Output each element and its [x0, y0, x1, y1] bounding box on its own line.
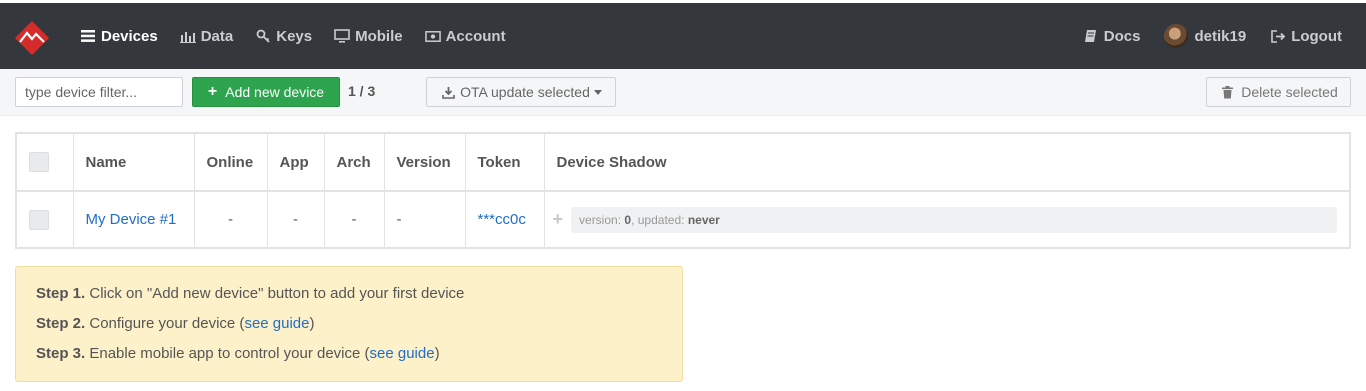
top-navbar: Devices Data Keys Mobile Account Docs de… [0, 0, 1366, 69]
row-select-cell [17, 191, 74, 247]
table-row: My Device #1 - - - - ***cc0c + version: … [17, 191, 1349, 247]
nav-item-docs[interactable]: Docs [1083, 27, 1141, 45]
nav-label-keys: Keys [276, 27, 313, 45]
chevron-down-icon [593, 89, 602, 95]
nav-label-logout: Logout [1291, 27, 1342, 45]
device-token-link[interactable]: ***cc0c [478, 211, 526, 228]
step-1-label: Step 1. [36, 285, 86, 302]
step-3-text: Enable mobile app to control your device… [85, 345, 370, 362]
step-2-tail: ) [309, 315, 315, 332]
step-2-text: Configure your device ( [85, 315, 245, 332]
expand-shadow-icon[interactable]: + [553, 209, 564, 230]
nav-item-keys[interactable]: Keys [255, 28, 312, 45]
ota-update-label: OTA update selected [460, 84, 590, 100]
delete-selected-button[interactable]: Delete selected [1206, 77, 1351, 107]
nav-label-data: Data [200, 27, 234, 45]
device-online-cell: - [194, 191, 268, 247]
header-device-shadow[interactable]: Device Shadow [544, 134, 1349, 192]
device-name-cell: My Device #1 [73, 191, 195, 247]
ota-update-dropdown[interactable]: OTA update selected [426, 77, 616, 107]
user-nav: Docs detik19 Logout [1059, 3, 1342, 69]
list-icon [80, 28, 96, 44]
app-logo-icon[interactable] [14, 20, 50, 56]
avatar [1164, 24, 1189, 48]
header-version[interactable]: Version [384, 134, 466, 192]
header-online[interactable]: Online [194, 134, 268, 192]
add-device-label: Add new device [225, 84, 325, 100]
step-3: Step 3. Enable mobile app to control you… [36, 345, 682, 375]
nav-label-mobile: Mobile [355, 27, 403, 45]
table-header-row: Name Online App Arch Version Token Devic… [17, 134, 1349, 192]
nav-label-docs: Docs [1103, 27, 1141, 45]
shadow-updated-value: never [687, 212, 720, 227]
header-arch[interactable]: Arch [324, 134, 385, 192]
main-nav: Devices Data Keys Mobile Account [80, 3, 528, 69]
header-select-all [17, 134, 74, 192]
shadow-updated-label: , updated: [631, 212, 685, 227]
step-3-tail: ) [434, 345, 440, 362]
nav-item-logout[interactable]: Logout [1270, 28, 1342, 45]
nav-label-account: Account [445, 27, 506, 45]
trash-icon [1219, 84, 1235, 100]
device-arch-cell: - [324, 191, 385, 247]
nav-label-user: detik19 [1194, 27, 1247, 45]
nav-item-user[interactable]: detik19 [1164, 24, 1246, 48]
monitor-icon [334, 28, 350, 44]
step-1: Step 1. Click on "Add new device" button… [36, 285, 682, 315]
getting-started-steps: Step 1. Click on "Add new device" button… [15, 266, 683, 382]
shadow-version-value: 0 [624, 212, 632, 227]
delete-selected-label: Delete selected [1241, 84, 1338, 100]
step-2-label: Step 2. [36, 315, 86, 332]
shadow-version-label: version: [579, 212, 622, 227]
nav-item-mobile[interactable]: Mobile [334, 28, 403, 45]
select-all-checkbox[interactable] [29, 152, 49, 172]
nav-item-account[interactable]: Account [424, 27, 506, 45]
device-table: Name Online App Arch Version Token Devic… [15, 132, 1351, 249]
key-icon [255, 28, 271, 44]
device-filter-input[interactable] [15, 77, 183, 107]
device-toolbar: + Add new device 1 / 3 OTA update select… [0, 69, 1366, 116]
device-token-cell: ***cc0c [465, 191, 545, 247]
device-app-cell: - [267, 191, 325, 247]
logout-icon [1270, 28, 1286, 44]
device-version-cell: - [384, 191, 466, 247]
add-device-button[interactable]: + Add new device [192, 77, 340, 107]
step-3-guide-link[interactable]: see guide [370, 345, 435, 362]
nav-item-devices[interactable]: Devices [80, 28, 158, 45]
nav-item-data[interactable]: Data [179, 27, 234, 45]
download-icon [440, 84, 456, 100]
nav-label-devices: Devices [101, 27, 158, 45]
device-count: 1 / 3 [348, 83, 376, 99]
bar-chart-icon [179, 28, 196, 44]
device-shadow-cell: + version: 0, updated: never [544, 191, 1349, 247]
header-name[interactable]: Name [73, 134, 195, 192]
device-name-link[interactable]: My Device #1 [86, 211, 177, 228]
book-icon [1083, 28, 1099, 44]
step-3-label: Step 3. [36, 345, 86, 362]
header-app[interactable]: App [267, 134, 325, 192]
money-icon [424, 28, 441, 44]
device-shadow-summary: version: 0, updated: never [571, 206, 1337, 233]
header-token[interactable]: Token [465, 134, 545, 192]
step-2-guide-link[interactable]: see guide [244, 315, 309, 332]
step-1-text: Click on "Add new device" button to add … [85, 285, 465, 302]
row-checkbox[interactable] [29, 209, 49, 230]
plus-icon: + [207, 83, 218, 100]
device-shadow: + version: 0, updated: never [553, 206, 1337, 233]
step-2: Step 2. Configure your device (see guide… [36, 315, 682, 345]
